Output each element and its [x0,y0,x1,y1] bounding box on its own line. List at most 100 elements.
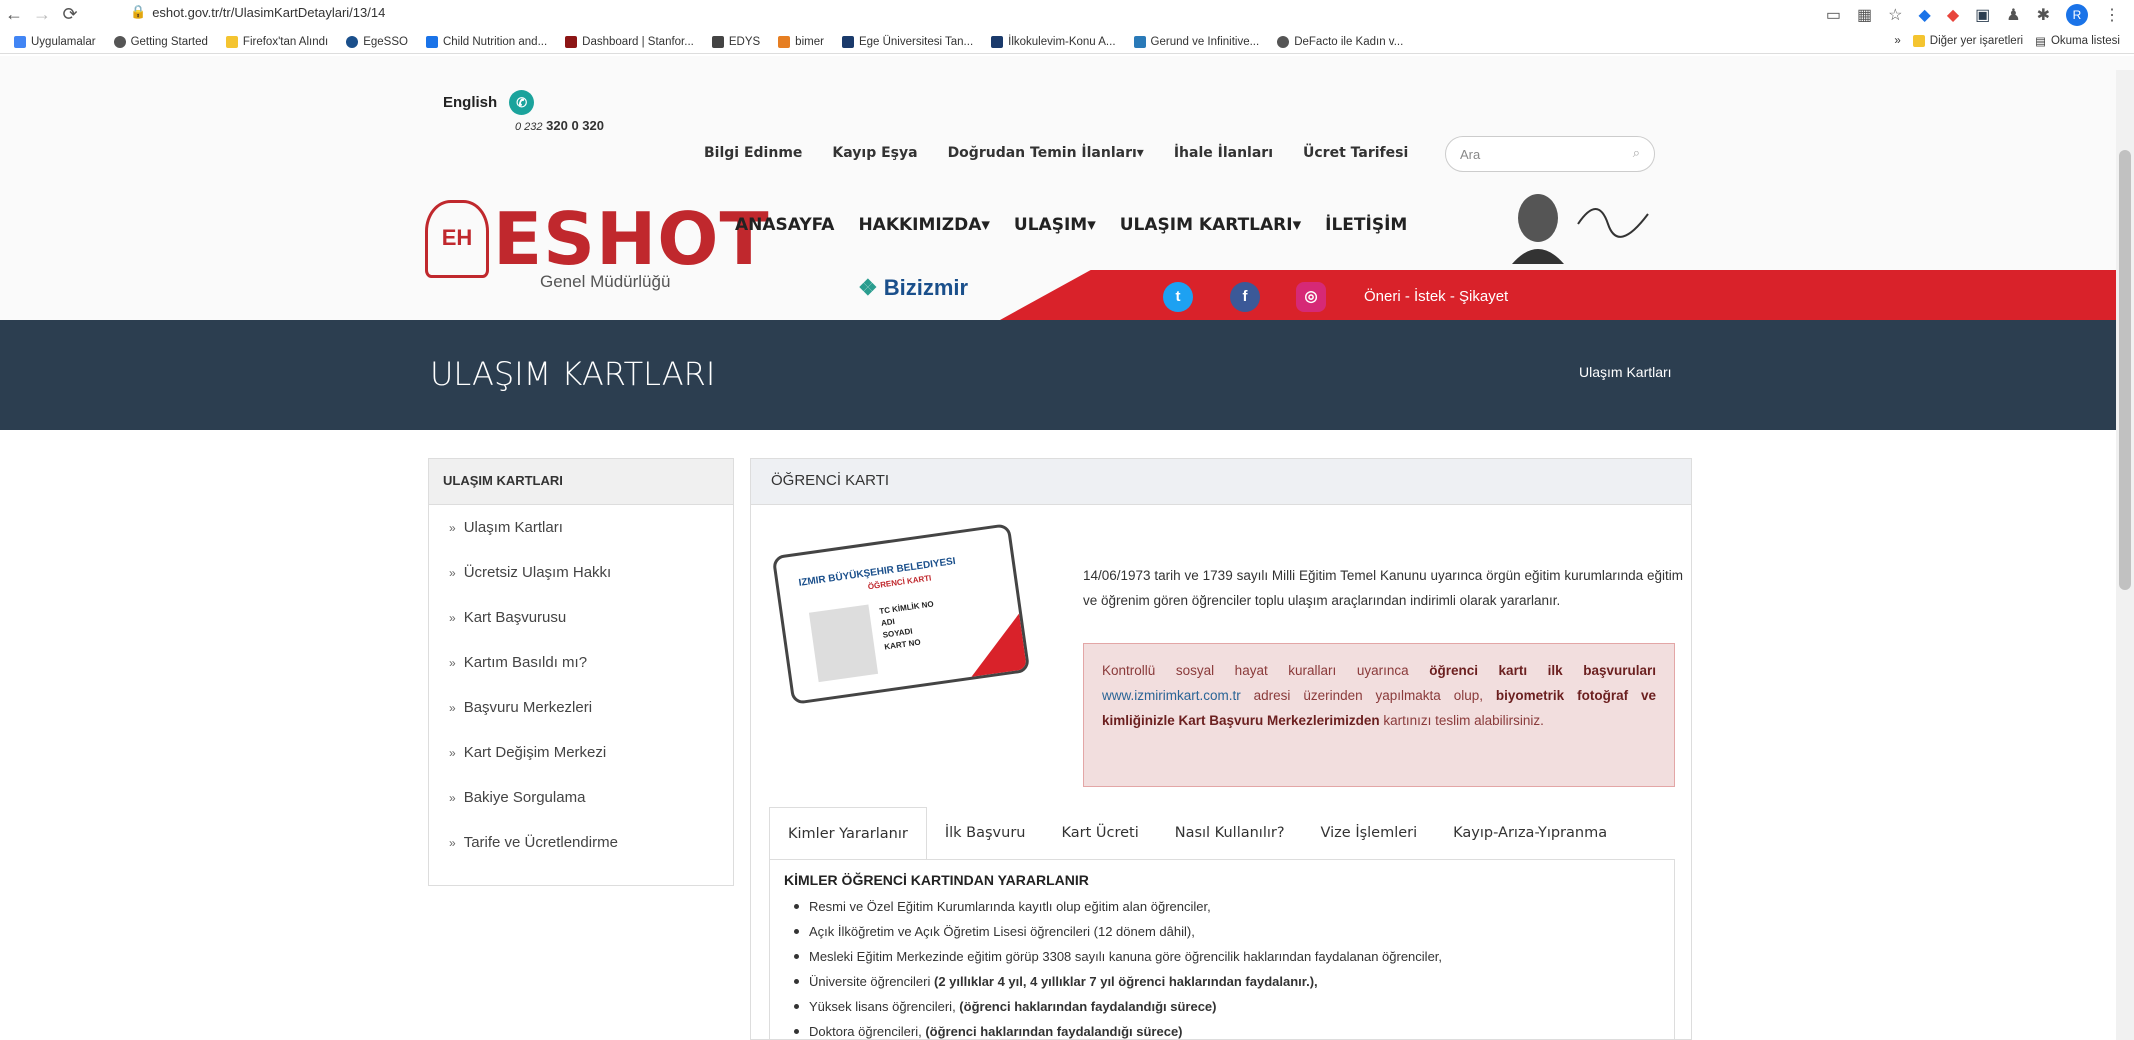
cast-icon[interactable]: ▭ [1826,5,1841,25]
bookmark[interactable]: Child Nutrition and... [425,35,547,48]
eshot-emblem-icon: EH [425,200,489,278]
sidebar-item-kart-degisim[interactable]: » Kart Değişim Merkezi [429,730,733,775]
bullet-icon [794,979,799,984]
oneri-istek-sikayet-link[interactable]: Öneri - İstek - Şikayet [1364,288,1508,305]
tab-ilk-basvuru[interactable]: İlk Başvuru [927,807,1044,860]
reload-icon[interactable]: ⟳ [56,4,84,25]
nav-iletisim[interactable]: İLETİŞİM [1325,215,1407,235]
nav-anasayfa[interactable]: ANASAYFA [735,215,834,235]
back-icon[interactable]: ← [0,4,28,25]
nav-bilgi-edinme[interactable]: Bilgi Edinme [704,145,802,161]
sidebar-item-kartim-basildi[interactable]: » Kartım Basıldı mı? [429,640,733,685]
qr-icon[interactable]: ▦ [1857,5,1872,25]
bookmark[interactable]: Getting Started [113,35,208,48]
bookmark[interactable]: İlkokulevim-Konu A... [991,35,1116,48]
bookmark[interactable]: Uygulamalar [14,35,96,48]
bullet-icon [794,954,799,959]
student-card-image: IZMIR BÜYÜKŞEHIR BELEDIYESI ÖĞRENCİ KART… [771,523,1031,705]
sidebar-item-kart-basvurusu[interactable]: » Kart Başvurusu [429,595,733,640]
caret-down-icon: ▾ [1136,145,1144,161]
tab-content-title: KİMLER ÖĞRENCİ KARTINDAN YARARLANIR [784,872,1089,888]
globe-icon [1277,35,1290,48]
address-bar[interactable]: 🔒 eshot.gov.tr/tr/UlasimKartDetaylari/13/… [130,4,385,20]
tab-strip: Kimler Yararlanır İlk Başvuru Kart Ücret… [769,807,1625,860]
extension-icon[interactable]: ♟ [2006,5,2020,25]
other-bookmarks[interactable]: Diğer yer işaretleri [1912,35,2023,47]
tab-vize-islemleri[interactable]: Vize İşlemleri [1303,807,1436,860]
tab-kayip-ariza[interactable]: Kayıp-Arıza-Yıpranma [1435,807,1625,860]
list-item: Mesleki Eğitim Merkezinde eğitim görüp 3… [784,944,1660,969]
tab-nasil-kullanilir[interactable]: Nasıl Kullanılır? [1157,807,1303,860]
bookmark[interactable]: EgeSSO [346,35,408,48]
bookmark[interactable]: Gerund ve Infinitive... [1133,35,1259,48]
site-logo[interactable]: EH ESHOT [425,200,770,278]
nav-hakkimizda[interactable]: HAKKIMIZDA▾ [858,215,989,235]
content-heading: ÖĞRENCİ KARTI [751,459,1691,505]
caret-down-icon: ▾ [1292,215,1302,235]
card-corner-decoration [961,611,1030,680]
facebook-icon[interactable]: f [1230,282,1260,312]
nav-kayip-esya[interactable]: Kayıp Eşya [832,145,917,161]
sidebar-item-ulasim-kartlari[interactable]: » Ulaşım Kartları [429,505,733,550]
menu-icon[interactable]: ⋮ [2104,5,2120,25]
nav-ihale[interactable]: İhale İlanları [1174,145,1273,161]
phone-number: 0 232 320 0 320 [515,118,604,133]
chevron-right-icon: » [449,565,456,580]
search-input[interactable]: Ara ⌕ [1445,136,1655,172]
caret-down-icon: ▾ [981,215,990,235]
bizizmir-icon: ❖ [858,275,878,300]
reading-list[interactable]: ▤ Okuma listesi [2035,34,2120,48]
chevron-right-icon: » [449,610,456,625]
bullet-icon [794,1004,799,1009]
nav-ulasim[interactable]: ULAŞIM▾ [1014,215,1096,235]
star-icon[interactable]: ☆ [1888,5,1902,25]
breadcrumb[interactable]: Ulaşım Kartları [1579,364,1672,380]
bookmark[interactable]: Firefox'tan Alındı [225,35,328,48]
sidebar-item-bakiye-sorgulama[interactable]: » Bakiye Sorgulama [429,775,733,820]
extension-icon[interactable]: ▣ [1975,5,1990,25]
twitter-icon[interactable]: t [1163,282,1193,312]
nav-ulasim-kartlari[interactable]: ULAŞIM KARTLARI▾ [1120,215,1301,235]
bizizmir-link[interactable]: ❖ Bizizmir [858,275,968,301]
profile-avatar[interactable]: R [2066,4,2088,26]
more-bookmarks-button[interactable]: » [1894,35,1900,47]
scrollbar[interactable] [2116,70,2134,1040]
url-text[interactable]: eshot.gov.tr/tr/UlasimKartDetaylari/13/1… [152,5,385,20]
sidebar-item-tarife[interactable]: » Tarife ve Ücretlendirme [429,820,733,865]
folder-icon [1912,35,1925,47]
search-icon[interactable]: ⌕ [1633,145,1640,161]
scrollbar-thumb[interactable] [2119,150,2131,590]
extension-icon[interactable]: ◆ [1947,5,1959,25]
tab-kimler-yararlanir[interactable]: Kimler Yararlanır [769,807,927,860]
sidebar-heading: ULAŞIM KARTLARI [429,459,733,505]
site-icon [841,35,854,48]
page-title: ULAŞIM KARTLARI [430,355,716,393]
sidebar-item-basvuru-merkezleri[interactable]: » Başvuru Merkezleri [429,685,733,730]
bookmark[interactable]: DeFacto ile Kadın v... [1277,35,1403,48]
extension-icon[interactable]: ◆ [1919,5,1931,25]
phone-icon: ✆ [509,90,535,115]
tab-kart-ucreti[interactable]: Kart Ücreti [1043,807,1156,860]
bookmark[interactable]: EDYS [711,35,760,48]
list-item: Doktora öğrencileri, (öğrenci haklarında… [784,1019,1660,1039]
sidebar-item-ucretsiz-ulasim[interactable]: » Ücretsiz Ulaşım Hakkı [429,550,733,595]
globe-icon [113,35,126,48]
izmirimkart-link[interactable]: www.izmirimkart.com.tr [1102,688,1241,703]
puzzle-icon[interactable]: ✱ [2037,5,2050,25]
browser-actions: ▭ ▦ ☆ ◆ ◆ ▣ ♟ ✱ R ⋮ [1826,4,2120,26]
reading-list-icon: ▤ [2035,36,2046,48]
bookmark[interactable]: Ege Üniversitesi Tan... [841,35,973,48]
bullet-icon [794,929,799,934]
bookmark[interactable]: bimer [778,35,824,48]
site-icon [711,35,724,48]
nav-ucret-tarifesi[interactable]: Ücret Tarifesi [1303,145,1408,161]
nav-dogrudan-temin[interactable]: Doğrudan Temin İlanları▾ [948,145,1144,161]
tab-content: KİMLER ÖĞRENCİ KARTINDAN YARARLANIR Resm… [769,859,1675,1039]
bookmark[interactable]: Dashboard | Stanfor... [565,35,694,48]
instagram-icon[interactable]: ◎ [1296,282,1326,312]
page-title-band [0,320,2134,430]
language-switch[interactable]: English ✆ [443,90,535,115]
list-item: Üniversite öğrencileri (2 yıllıklar 4 yı… [784,969,1660,994]
chevron-right-icon: » [449,655,456,670]
forward-icon[interactable]: → [28,4,56,25]
